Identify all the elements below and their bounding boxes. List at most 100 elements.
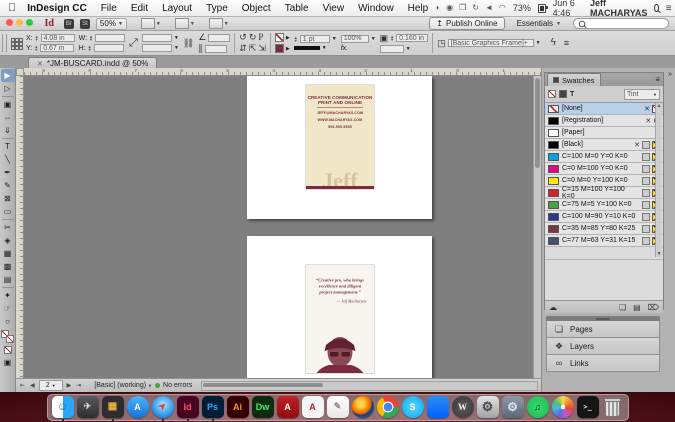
view-options-dropdown[interactable]: ▼ (141, 18, 161, 29)
spotify-icon[interactable]: ♫ (527, 396, 549, 418)
swatch-row[interactable]: [Registration]✕⊕ (545, 115, 663, 127)
minimize-window-button[interactable] (16, 19, 23, 26)
type-tool[interactable]: T (1, 140, 15, 153)
panel-button-layers[interactable]: ❖Layers (546, 338, 660, 355)
launchpad-icon[interactable]: ✈ (77, 396, 99, 418)
apple-menu-icon[interactable]:  (8, 2, 16, 14)
stroke-weight-stepper[interactable]: ▲▼ (294, 36, 298, 42)
vertical-scrollbar-thumb[interactable] (535, 78, 540, 168)
effects-button[interactable]: fx. (341, 45, 348, 52)
swatches-tab[interactable]: Swatches (547, 73, 601, 86)
y-stepper[interactable]: ▲▼ (34, 45, 38, 51)
menu-item-object[interactable]: Object (235, 3, 278, 14)
flip-vertical-icon[interactable]: ⇵ (239, 44, 247, 53)
fill-proxy-chip[interactable] (548, 90, 556, 98)
horizontal-ruler[interactable]: 98765432101 (24, 68, 541, 76)
fill-stroke-proxy[interactable] (1, 330, 14, 343)
collapse-panels-button[interactable]: » (668, 71, 672, 78)
first-page-button[interactable]: ⇤ (19, 382, 26, 389)
direct-selection-tool[interactable]: ▷ (1, 82, 15, 95)
page-number-dropdown[interactable]: 2▼ (39, 380, 63, 391)
ruler-origin[interactable] (16, 68, 24, 76)
gradient-feather-tool[interactable]: ▩ (1, 260, 15, 273)
menu-item-edit[interactable]: Edit (124, 3, 155, 14)
free-transform-tool[interactable]: ◈ (1, 234, 15, 247)
stock-icon[interactable]: St (80, 19, 90, 29)
rectangle-tool[interactable]: ▭ (1, 205, 15, 218)
gradient-swatch-tool[interactable]: ▦ (1, 247, 15, 260)
photoshop-icon[interactable]: Ps (202, 396, 224, 418)
volume-icon[interactable]: ◄ (485, 4, 493, 12)
menu-item-type[interactable]: Type (199, 3, 235, 14)
menu-item-view[interactable]: View (316, 3, 352, 14)
search-input[interactable] (573, 18, 669, 29)
horizontal-scrollbar-thumb[interactable] (203, 383, 323, 387)
line-tool[interactable]: ╲ (1, 153, 15, 166)
x-position-field[interactable]: 4.08 in (41, 34, 75, 42)
dreamweaver-icon[interactable]: Dw (252, 396, 274, 418)
illustrator-icon[interactable]: Ai (227, 396, 249, 418)
content-collector-tool[interactable]: ⇓ (1, 124, 15, 137)
apply-to-container-button[interactable] (559, 90, 567, 98)
zoom-level-dropdown[interactable]: 50%▼ (96, 18, 127, 30)
height-field[interactable] (94, 44, 124, 52)
swatch-row[interactable]: C=15 M=100 Y=100 K=0 (545, 187, 663, 199)
link-scale-icon[interactable]: ⛓ (183, 39, 194, 48)
cc-libraries-icon[interactable]: ☁ (549, 303, 557, 312)
frame-tool[interactable]: ⊠ (1, 192, 15, 205)
swatch-row[interactable]: C=0 M=100 Y=0 K=0 (545, 163, 663, 175)
scale-y-field[interactable] (142, 44, 172, 52)
delete-swatch-icon[interactable]: ⌦ (648, 303, 659, 312)
zoom-tool[interactable]: ○ (1, 315, 15, 328)
panel-grip[interactable] (2, 34, 7, 52)
photos-icon[interactable] (552, 396, 574, 418)
new-color-group-icon[interactable]: ▤ (633, 303, 641, 312)
screen-mode-dropdown[interactable]: ▼ (175, 18, 195, 29)
previous-page-button[interactable]: ◀ (29, 382, 36, 389)
swatch-row[interactable]: [Paper] (545, 127, 663, 139)
zoom-window-button[interactable] (26, 19, 33, 26)
menu-item-window[interactable]: Window (351, 3, 401, 14)
y-position-field[interactable]: 0.67 in (40, 44, 74, 52)
menu-item-file[interactable]: File (94, 3, 124, 14)
acrobat-icon[interactable]: A (277, 396, 299, 418)
flip-horizontal-icon[interactable]: P (258, 33, 263, 42)
pencil-tool[interactable]: ✎ (1, 179, 15, 192)
workspace-switcher[interactable]: Essentials▼ (517, 19, 561, 28)
tools-stroke-chip[interactable] (6, 335, 14, 343)
quick-apply-icon[interactable]: ϟ (551, 38, 556, 48)
swatch-row[interactable]: C=77 M=63 Y=31 K=15 (545, 235, 663, 247)
object-style-dropdown[interactable]: [Basic Graphics Frame]+ (448, 39, 534, 47)
sync-icon[interactable]: ↻ (472, 4, 479, 12)
arrange-documents-dropdown[interactable]: ▼ (209, 18, 229, 29)
scissors-tool[interactable]: ✂ (1, 221, 15, 234)
close-document-icon[interactable]: ✕ (37, 60, 43, 68)
stroke-type-dropdown[interactable] (294, 46, 320, 50)
trash-icon[interactable] (602, 396, 624, 418)
wordpress-icon[interactable]: W (452, 396, 474, 418)
app-store-icon[interactable]: A (127, 396, 149, 418)
stroke-weight-field[interactable]: 1 pt (300, 35, 330, 43)
shear-angle-field[interactable] (205, 45, 227, 53)
dropbox-icon[interactable] (427, 396, 449, 418)
panel-button-links[interactable]: ∞Links (546, 355, 660, 372)
skype-icon[interactable]: S (402, 396, 424, 418)
hand-tool[interactable]: ☞ (1, 302, 15, 315)
stroke-color-chip[interactable] (275, 44, 284, 53)
firefox-icon[interactable] (352, 396, 374, 418)
page-2[interactable]: “Creative pro, who brings excellence and… (247, 236, 432, 378)
swatch-row[interactable]: [Black]✕ (545, 139, 663, 151)
h-stepper[interactable]: ▲▼ (88, 45, 92, 51)
menu-item-help[interactable]: Help (401, 3, 436, 14)
selection-tool[interactable]: ▶ (1, 69, 15, 82)
note-tool[interactable]: ▤ (1, 273, 15, 286)
camera-icon[interactable]: ◉ (446, 4, 453, 12)
swatches-panel-menu-icon[interactable]: ≡ (655, 75, 660, 84)
business-card-front[interactable]: CREATIVE COMMUNICATION PRINT AND ONLINE … (306, 85, 374, 189)
swatch-list-scrollbar[interactable]: ▲▼ (655, 103, 662, 257)
menu-app-name[interactable]: InDesign CC (20, 3, 93, 14)
eyedropper-tool[interactable]: ✦ (1, 289, 15, 302)
swatch-row[interactable]: [None]✕ (545, 103, 663, 115)
reference-point-proxy[interactable] (11, 38, 22, 49)
publish-online-button[interactable]: ↥ Publish Online (429, 17, 504, 30)
